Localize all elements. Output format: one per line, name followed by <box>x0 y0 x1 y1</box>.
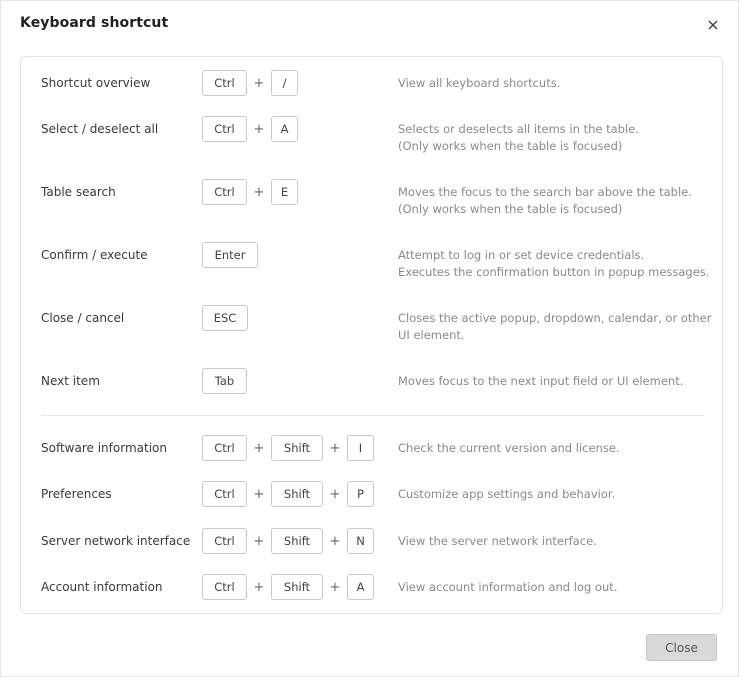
close-button[interactable]: Close <box>646 634 717 661</box>
shortcut-label: Preferences <box>41 487 112 501</box>
key-e: E <box>271 179 298 205</box>
key-ctrl: Ctrl <box>202 435 247 461</box>
plus-sign: + <box>253 579 265 595</box>
shortcut-label: Table search <box>41 185 116 199</box>
key-esc: ESC <box>202 305 248 331</box>
shortcut-keys: Ctrl + E <box>202 179 298 205</box>
plus-sign: + <box>253 184 265 200</box>
shortcut-description: View all keyboard shortcuts. <box>398 76 561 90</box>
shortcut-keys: Ctrl + Shift + N <box>202 528 374 554</box>
plus-sign: + <box>329 533 341 549</box>
shortcut-label: Shortcut overview <box>41 76 151 90</box>
shortcut-label: Next item <box>41 374 100 388</box>
key-a: A <box>347 574 374 600</box>
plus-sign: + <box>253 75 265 91</box>
key-ctrl: Ctrl <box>202 574 247 600</box>
key-i: I <box>347 435 374 461</box>
shortcut-description: View account information and log out. <box>398 580 618 594</box>
shortcut-description: Selects or deselects all items in the ta… <box>398 122 639 153</box>
shortcut-description: Check the current version and license. <box>398 441 620 455</box>
key-p: P <box>347 481 374 507</box>
shortcut-keys: Ctrl + A <box>202 116 298 142</box>
close-icon[interactable] <box>703 15 723 35</box>
plus-sign: + <box>253 440 265 456</box>
key-ctrl: Ctrl <box>202 481 247 507</box>
key-shift: Shift <box>271 481 323 507</box>
shortcut-keys: Enter <box>202 242 258 268</box>
shortcut-label: Server network interface <box>41 534 191 548</box>
shortcut-label: Select / deselect all <box>41 122 159 136</box>
shortcut-keys: Ctrl + Shift + I <box>202 435 374 461</box>
plus-sign: + <box>253 486 265 502</box>
key-n: N <box>347 528 374 554</box>
shortcut-label: Software information <box>41 441 167 455</box>
keyboard-shortcut-dialog: Keyboard shortcut Shortcut overview Ctrl… <box>0 0 739 677</box>
plus-sign: + <box>253 533 265 549</box>
plus-sign: + <box>253 121 265 137</box>
plus-sign: + <box>329 579 341 595</box>
plus-sign: + <box>329 440 341 456</box>
shortcut-list-panel: Shortcut overview Ctrl + / View all keyb… <box>20 56 723 614</box>
key-slash: / <box>271 70 298 96</box>
key-ctrl: Ctrl <box>202 179 247 205</box>
shortcut-label: Account information <box>41 580 163 594</box>
key-ctrl: Ctrl <box>202 528 247 554</box>
dialog-title: Keyboard shortcut <box>20 15 169 31</box>
key-shift: Shift <box>271 528 323 554</box>
shortcut-description: Moves the focus to the search bar above … <box>398 185 692 216</box>
shortcut-description: Moves focus to the next input field or U… <box>398 374 684 388</box>
key-enter: Enter <box>202 242 258 268</box>
shortcut-keys: ESC <box>202 305 248 331</box>
section-divider <box>41 415 704 416</box>
plus-sign: + <box>329 486 341 502</box>
shortcut-label: Close / cancel <box>41 311 125 325</box>
shortcut-description: Customize app settings and behavior. <box>398 487 616 501</box>
key-tab: Tab <box>202 368 247 394</box>
shortcut-description: View the server network interface. <box>398 534 597 548</box>
key-shift: Shift <box>271 574 323 600</box>
key-ctrl: Ctrl <box>202 70 247 96</box>
shortcut-keys: Tab <box>202 368 247 394</box>
shortcut-keys: Ctrl + Shift + A <box>202 574 374 600</box>
shortcut-description: Attempt to log in or set device credenti… <box>398 248 710 279</box>
key-shift: Shift <box>271 435 323 461</box>
shortcut-description: Closes the active popup, dropdown, calen… <box>398 311 712 342</box>
key-ctrl: Ctrl <box>202 116 247 142</box>
shortcut-keys: Ctrl + Shift + P <box>202 481 374 507</box>
key-a: A <box>271 116 298 142</box>
shortcut-keys: Ctrl + / <box>202 70 298 96</box>
shortcut-label: Confirm / execute <box>41 248 148 262</box>
